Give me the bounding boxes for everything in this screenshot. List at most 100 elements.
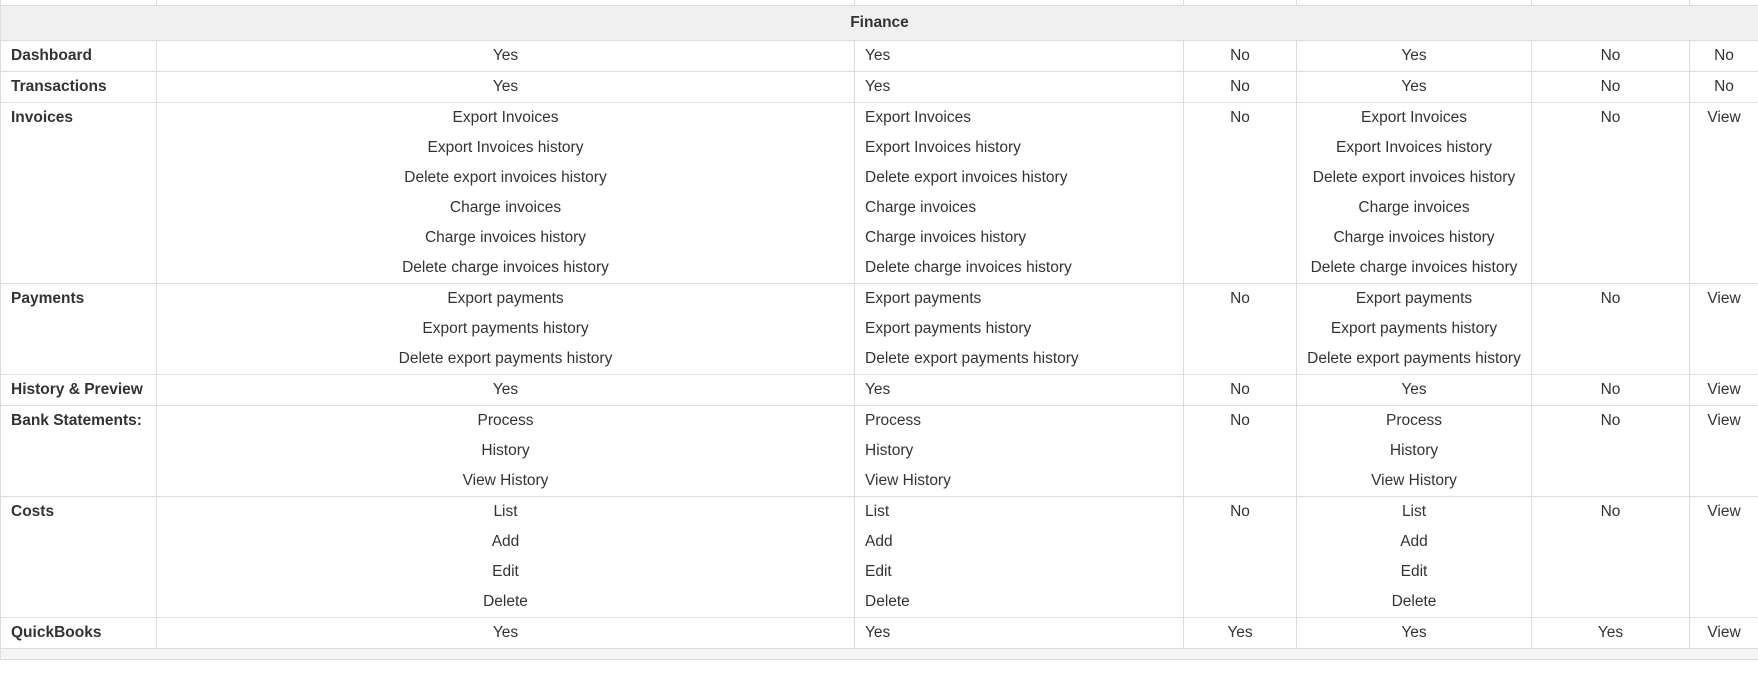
permission-value: No <box>1600 381 1621 398</box>
permission-value: No <box>1230 290 1250 307</box>
permission-cell: Yes <box>1183 617 1297 649</box>
permission-cell: Export Invoices Export Invoices history De… <box>1296 102 1532 284</box>
permission-value: Yes <box>1401 381 1427 398</box>
permission-value: Export payments history <box>1330 320 1498 337</box>
permission-cell: Yes <box>1296 374 1532 406</box>
permission-cell: Export payments Export payments history De… <box>1296 283 1532 375</box>
permission-cell: View <box>1689 617 1758 649</box>
section-header-row: Finance <box>0 5 1758 41</box>
permission-value: Process <box>1386 412 1442 429</box>
permission-cell: No <box>1689 71 1758 103</box>
permission-value: Charge invoices history <box>1333 229 1495 246</box>
permission-value: View History <box>1371 472 1457 489</box>
permission-value: Charge invoices <box>1358 199 1470 216</box>
permission-value: Export Invoices history <box>427 139 584 156</box>
permission-value: Delete export invoices history <box>1312 169 1516 186</box>
table-row: QuickBooks Yes Yes Yes Yes Yes View <box>0 617 1758 649</box>
permission-cell: View <box>1689 496 1758 618</box>
permission-cell: List Add Edit Delete <box>156 496 855 618</box>
permission-cell: View <box>1689 102 1758 284</box>
permission-value: No <box>1230 47 1250 64</box>
permission-value: Yes <box>492 624 519 641</box>
permission-cell: Process History View History <box>156 405 855 497</box>
permission-value: Export payments history <box>865 320 1032 337</box>
permission-cell: Yes <box>854 374 1184 406</box>
permission-cell: Yes <box>1296 617 1532 649</box>
permission-cell: No <box>1183 102 1297 284</box>
finance-permissions-table: Finance Dashboard Yes Yes No Yes No No Transact… <box>0 0 1758 660</box>
row-label: QuickBooks <box>0 617 157 649</box>
permission-value: Export Invoices history <box>1336 139 1492 156</box>
permission-cell: No <box>1183 405 1297 497</box>
permission-cell: No <box>1531 102 1690 284</box>
permission-value: Delete export payments history <box>398 350 613 367</box>
permission-value: Edit <box>865 563 892 580</box>
permission-value: Charge invoices history <box>424 229 587 246</box>
permission-value: View History <box>462 472 549 489</box>
permission-value: Export Invoices <box>865 109 971 126</box>
permission-value: Delete export payments history <box>1307 350 1521 367</box>
permission-value: No <box>1230 78 1250 95</box>
row-label: Invoices <box>0 102 157 284</box>
next-section-row <box>0 648 1758 660</box>
table-row: History & Preview Yes Yes No Yes No View <box>0 374 1758 406</box>
permission-cell: No <box>1531 405 1690 497</box>
permission-value: Yes <box>1227 624 1253 641</box>
permission-cell: No <box>1183 71 1297 103</box>
permission-value: Yes <box>1597 624 1624 641</box>
permission-value: Yes <box>865 47 891 64</box>
permission-value: Export payments <box>1355 290 1473 307</box>
permission-value: Yes <box>492 381 519 398</box>
permission-value: Yes <box>492 78 519 95</box>
permission-cell: Yes <box>854 71 1184 103</box>
permission-value: List <box>493 503 518 520</box>
table-row: Invoices Export Invoices Export Invoices h… <box>0 102 1758 284</box>
permission-value: Export Invoices <box>452 109 559 126</box>
permission-value: Yes <box>1401 624 1427 641</box>
row-label: Costs <box>0 496 157 618</box>
permission-value: Edit <box>492 563 519 580</box>
permission-value: No <box>1600 109 1621 126</box>
table-row: Payments Export payments Export payments h… <box>0 283 1758 375</box>
permission-value: Delete <box>1391 593 1437 610</box>
permission-cell: Yes <box>156 374 855 406</box>
permission-value: Delete export payments history <box>865 350 1079 367</box>
permission-cell: Yes <box>854 40 1184 72</box>
permission-cell: No <box>1183 496 1297 618</box>
permission-value: Add <box>1400 533 1428 550</box>
permission-cell: No <box>1531 40 1690 72</box>
permission-cell: No <box>1183 40 1297 72</box>
permission-value: Yes <box>1401 47 1427 64</box>
row-label: Transactions <box>0 71 157 103</box>
permission-cell: Export payments Export payments history De… <box>156 283 855 375</box>
permission-value: Add <box>865 533 893 550</box>
permission-value: Delete <box>865 593 910 610</box>
permission-value: List <box>865 503 890 520</box>
permission-value: Yes <box>865 624 891 641</box>
permission-cell: No <box>1531 71 1690 103</box>
permission-value: History <box>481 442 530 459</box>
permission-value: Yes <box>492 47 519 64</box>
permission-value: Yes <box>865 78 891 95</box>
permission-value: Export payments <box>447 290 564 307</box>
permission-value: Delete export invoices history <box>404 169 607 186</box>
permission-value: View <box>1707 290 1741 307</box>
permission-value: No <box>1600 78 1621 95</box>
permission-cell: No <box>1531 283 1690 375</box>
permission-value: No <box>1230 412 1250 429</box>
permission-cell: Process History View History <box>1296 405 1532 497</box>
permission-value: Add <box>491 533 520 550</box>
permission-value: List <box>1401 503 1427 520</box>
permission-cell: List Add Edit Delete <box>854 496 1184 618</box>
permission-cell: No <box>1531 374 1690 406</box>
permission-value: History <box>1389 442 1439 459</box>
permission-value: No <box>1600 290 1621 307</box>
permission-cell: View <box>1689 374 1758 406</box>
permission-value: Edit <box>1400 563 1428 580</box>
table-row: Dashboard Yes Yes No Yes No No <box>0 40 1758 72</box>
table-row: Transactions Yes Yes No Yes No No <box>0 71 1758 103</box>
permission-value: Export Invoices history <box>865 139 1021 156</box>
permission-value: Delete <box>483 593 528 610</box>
permission-cell: Yes <box>854 617 1184 649</box>
permission-value: Yes <box>865 381 891 398</box>
